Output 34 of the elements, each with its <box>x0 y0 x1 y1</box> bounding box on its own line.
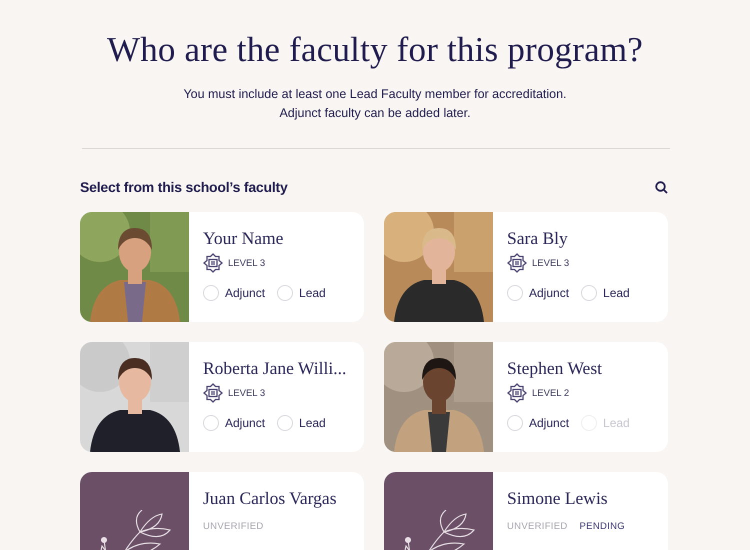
section-title: Select from this school’s faculty <box>80 179 288 195</box>
faculty-name: Simone Lewis <box>507 488 609 509</box>
status-label: PENDING <box>580 521 625 532</box>
faculty-name: Sara Bly <box>507 228 569 249</box>
status-label: UNVERIFIED <box>203 521 264 532</box>
level-label: LEVEL 2 <box>532 388 570 398</box>
faculty-name: Your Name <box>203 228 284 249</box>
level-label: LEVEL 3 <box>228 388 266 398</box>
role-radio[interactable]: Adjunct <box>203 415 266 431</box>
faculty-name: Roberta Jane Willi... <box>203 358 346 379</box>
badge-icon <box>203 383 223 403</box>
role-radio[interactable]: Lead <box>277 415 326 431</box>
level-label: LEVEL 3 <box>532 258 570 268</box>
faculty-card[interactable]: Sara Bly LEVEL 3 Adjunct Lead <box>384 212 668 322</box>
faculty-card[interactable]: Juan Carlos Vargas UNVERIFIED <box>80 472 364 550</box>
subtitle-text: You must include at least one Lead Faculty member for accreditation. <box>183 86 567 103</box>
status-label: UNVERIFIED <box>507 521 568 532</box>
subtitle-text: Adjunct faculty can be added later. <box>279 105 471 122</box>
faculty-card[interactable]: Your Name LEVEL 3 Adjunct Lead <box>80 212 364 322</box>
role-radio[interactable]: Adjunct <box>507 415 570 431</box>
faculty-card[interactable]: Simone Lewis UNVERIFIED PENDING <box>384 472 668 550</box>
badge-icon <box>203 253 223 273</box>
role-radio[interactable]: Lead <box>581 285 630 301</box>
faculty-name: Stephen West <box>507 358 603 379</box>
role-radio[interactable]: Adjunct <box>507 285 570 301</box>
page-title: Who are the faculty for this program? <box>106 30 644 70</box>
level-label: LEVEL 3 <box>228 258 266 268</box>
search-icon[interactable] <box>655 180 668 194</box>
badge-icon <box>507 383 527 403</box>
faculty-name: Juan Carlos Vargas <box>203 488 337 509</box>
badge-icon <box>507 253 527 273</box>
role-radio[interactable]: Adjunct <box>203 285 266 301</box>
faculty-card[interactable]: Roberta Jane Willi... LEVEL 3 Adjunct Lead <box>80 342 364 452</box>
role-radio[interactable]: Lead <box>277 285 326 301</box>
